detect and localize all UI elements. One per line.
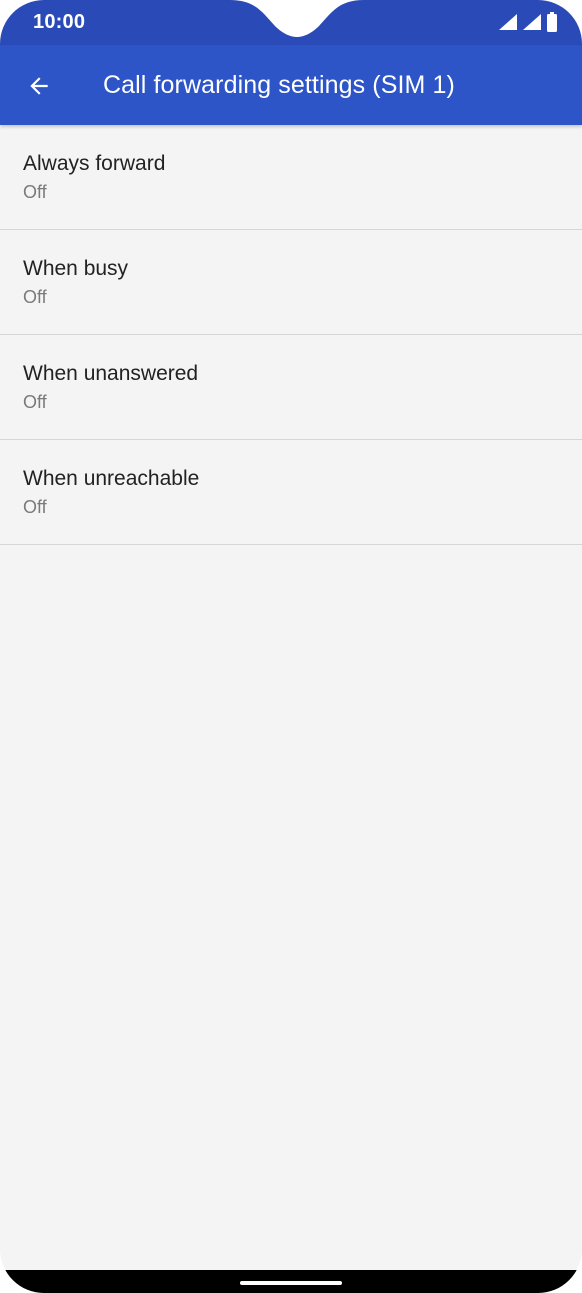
signal-icon: [523, 14, 541, 30]
signal-icon: [499, 14, 517, 30]
setting-always-forward[interactable]: Always forward Off: [0, 125, 582, 230]
back-button[interactable]: [18, 65, 60, 107]
setting-title: When busy: [23, 257, 129, 280]
phone-screen: 10:00 Call forwarding settings (SIM 1) A…: [0, 0, 582, 1293]
arrow-left-icon: [30, 77, 48, 95]
setting-summary: Off: [23, 182, 47, 202]
navigation-bar: [0, 1270, 582, 1293]
setting-when-unreachable[interactable]: When unreachable Off: [0, 440, 582, 545]
camera-notch: [230, 0, 364, 37]
battery-icon: [547, 12, 557, 32]
home-handle[interactable]: [240, 1281, 342, 1285]
app-bar: Call forwarding settings (SIM 1): [0, 45, 582, 125]
setting-title: Always forward: [23, 152, 166, 175]
status-time: 10:00: [33, 11, 86, 33]
status-icons: [498, 12, 558, 32]
setting-summary: Off: [23, 392, 47, 412]
setting-when-busy[interactable]: When busy Off: [0, 230, 582, 335]
status-bar: 10:00: [0, 0, 582, 45]
setting-title: When unanswered: [23, 362, 199, 385]
setting-title: When unreachable: [23, 467, 200, 490]
setting-summary: Off: [23, 497, 47, 517]
setting-when-unanswered[interactable]: When unanswered Off: [0, 335, 582, 440]
setting-summary: Off: [23, 287, 47, 307]
page-title: Call forwarding settings (SIM 1): [103, 71, 455, 99]
settings-list: Always forward Off When busy Off When un…: [0, 125, 582, 545]
